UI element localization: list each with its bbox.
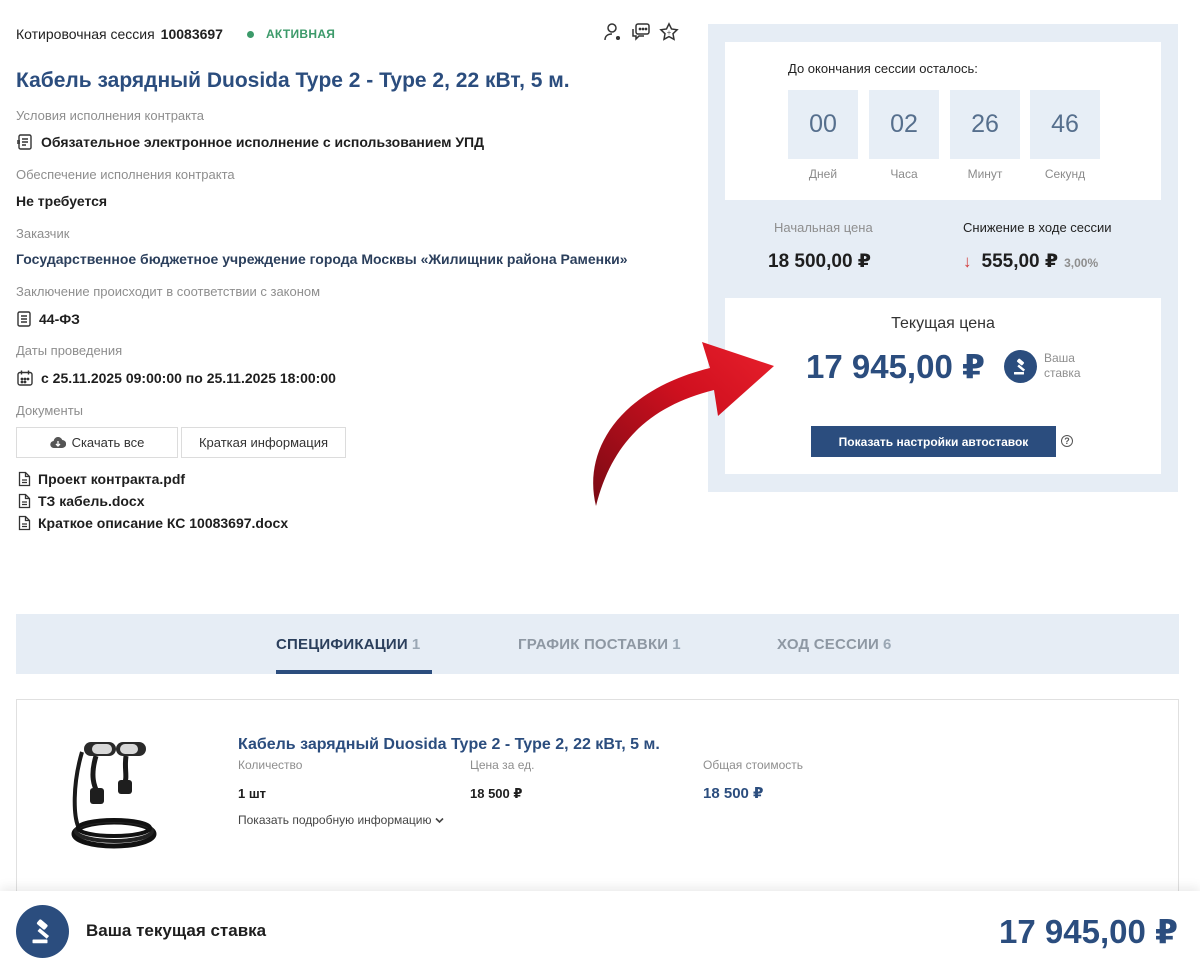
current-price-label: Текущая цена xyxy=(891,315,995,332)
tab-label: ХОД СЕССИИ xyxy=(777,636,880,653)
conditions-label: Условия исполнения контракта xyxy=(16,108,205,123)
timer-seconds: 46 xyxy=(1030,90,1100,159)
session-number: 10083697 xyxy=(160,26,223,42)
timer-hours: 02 xyxy=(869,90,939,159)
status-badge: АКТИВНАЯ xyxy=(246,27,336,41)
session-header: Котировочная сессия 10083697 АКТИВНАЯ xyxy=(16,26,335,42)
file-name: Проект контракта.pdf xyxy=(38,471,186,487)
status-text: АКТИВНАЯ xyxy=(265,27,336,41)
reduction-amount: 555,00 ₽ xyxy=(981,251,1059,272)
session-label: Котировочная сессия xyxy=(16,26,155,42)
current-price-value: 17 945,00 ₽ xyxy=(806,348,985,385)
timer-minutes-label: Минут xyxy=(967,167,1003,181)
brief-info-label: Краткая информация xyxy=(198,435,329,450)
timer-title: До окончания сессии осталось: xyxy=(788,61,978,76)
brief-info-button[interactable]: Краткая информация xyxy=(181,427,346,458)
star-icon[interactable]: + xyxy=(658,20,680,44)
qty-label: Количество xyxy=(238,758,303,772)
timer-hours-label: Часа xyxy=(890,167,918,181)
annotation-arrow-icon xyxy=(593,342,774,506)
file-icon xyxy=(18,471,31,487)
start-price-label: Начальная цена xyxy=(774,220,873,235)
gavel-icon xyxy=(1004,350,1037,383)
header-actions: + xyxy=(602,20,680,44)
user-icon[interactable] xyxy=(602,20,624,44)
reduction-label: Снижение в ходе сессии xyxy=(963,220,1112,235)
calendar-icon xyxy=(17,370,33,386)
chat-icon[interactable] xyxy=(630,20,652,44)
timer-minutes: 26 xyxy=(950,90,1020,159)
tab-session-progress[interactable]: ХОД СЕССИИ 6 xyxy=(777,636,892,653)
law-text: 44-ФЗ xyxy=(39,311,80,327)
gavel-icon xyxy=(16,905,69,958)
download-all-label: Скачать все xyxy=(71,435,145,450)
file-item[interactable]: Краткое описание КС 10083697.docx xyxy=(18,515,288,531)
start-price-value: 18 500,00 ₽ xyxy=(768,251,872,272)
law-value: 44-ФЗ xyxy=(16,310,80,328)
tab-specifications[interactable]: СПЕЦИФИКАЦИИ 1 xyxy=(276,636,420,653)
total-value: 18 500 ₽ xyxy=(703,785,764,802)
help-icon[interactable]: ? xyxy=(1061,435,1073,447)
contract-icon xyxy=(17,134,32,150)
current-bid-label: Ваша текущая ставка xyxy=(86,921,267,940)
tab-count: 1 xyxy=(411,636,421,653)
dates-label: Даты проведения xyxy=(16,343,123,358)
file-name: Краткое описание КС 10083697.docx xyxy=(38,515,289,531)
arrow-down-icon: ↓ xyxy=(963,252,972,271)
file-icon xyxy=(18,493,31,509)
unit-price-label: Цена за ед. xyxy=(470,758,535,772)
tab-delivery-schedule[interactable]: ГРАФИК ПОСТАВКИ 1 xyxy=(518,636,681,653)
status-dot xyxy=(246,30,254,38)
reduction-percent: 3,00% xyxy=(1064,256,1099,270)
chevron-down-icon xyxy=(435,817,444,824)
tab-label: ГРАФИК ПОСТАВКИ xyxy=(518,636,669,653)
tab-label: СПЕЦИФИКАЦИИ xyxy=(276,636,408,653)
qty-value: 1 шт xyxy=(238,786,267,801)
show-details-label: Показать подробную информацию xyxy=(238,813,432,827)
spec-title[interactable]: Кабель зарядный Duosida Type 2 - Type 2,… xyxy=(238,736,660,754)
show-autobid-settings-button[interactable]: Показать настройки автоставок xyxy=(811,426,1056,457)
your-bid-label: Ваша ставка xyxy=(1044,351,1081,380)
timer-days-label: Дней xyxy=(808,167,838,181)
cloud-download-icon xyxy=(49,437,66,449)
active-tab-indicator xyxy=(276,670,432,674)
product-image xyxy=(71,742,157,849)
file-icon xyxy=(18,515,31,531)
security-value: Не требуется xyxy=(16,193,108,209)
reduction-value: ↓ 555,00 ₽ 3,00% xyxy=(963,250,1098,273)
dates-text: с 25.11.2025 09:00:00 по 25.11.2025 18:0… xyxy=(41,370,336,386)
conditions-value: Обязательное электронное исполнение с ис… xyxy=(16,133,484,151)
file-item[interactable]: ТЗ кабель.docx xyxy=(18,493,145,509)
dates-value: с 25.11.2025 09:00:00 по 25.11.2025 18:0… xyxy=(16,369,336,387)
timer-seconds-label: Секунд xyxy=(1044,167,1086,181)
docs-label: Документы xyxy=(16,403,84,418)
download-all-button[interactable]: Скачать все xyxy=(16,427,178,458)
file-name: ТЗ кабель.docx xyxy=(38,493,145,509)
customer-value[interactable]: Государственное бюджетное учреждение гор… xyxy=(16,251,627,267)
current-bid-value: 17 945,00 ₽ xyxy=(999,913,1178,950)
tab-count: 6 xyxy=(883,636,892,653)
tab-count: 1 xyxy=(672,636,681,653)
unit-price-value: 18 500 ₽ xyxy=(470,786,523,801)
total-label: Общая стоимость xyxy=(703,758,803,772)
document-list-icon xyxy=(17,311,31,327)
conditions-text: Обязательное электронное исполнение с ис… xyxy=(41,134,485,150)
customer-label: Заказчик xyxy=(16,226,70,241)
file-item[interactable]: Проект контракта.pdf xyxy=(18,471,185,487)
show-details-link[interactable]: Показать подробную информацию xyxy=(238,813,444,827)
law-label: Заключение происходит в соответствии с з… xyxy=(16,284,321,299)
timer-days: 00 xyxy=(788,90,858,159)
security-label: Обеспечение исполнения контракта xyxy=(16,167,235,182)
page-title: Кабель зарядный Duosida Type 2 - Type 2,… xyxy=(16,69,570,92)
svg-text:+: + xyxy=(666,30,671,37)
spec-card xyxy=(16,699,1179,899)
